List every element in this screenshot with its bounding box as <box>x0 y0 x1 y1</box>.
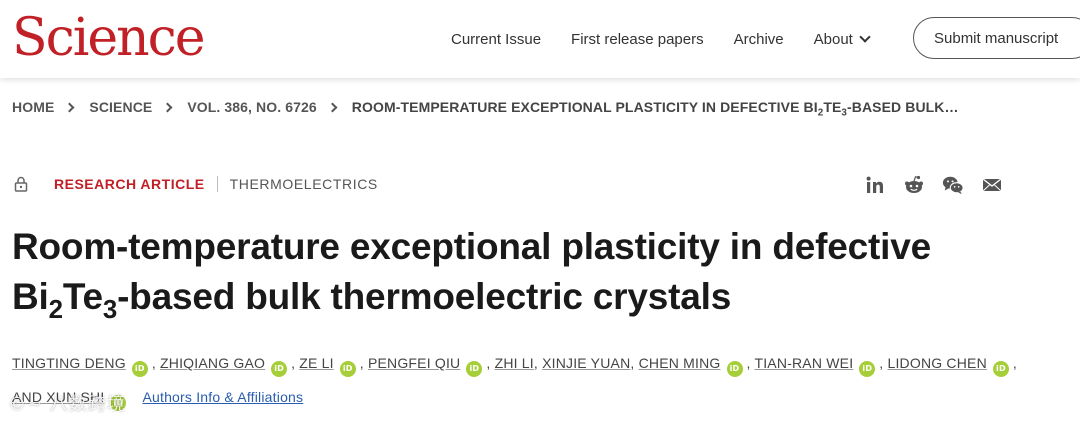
title-subscript: 2 <box>48 296 63 325</box>
breadcrumb-science[interactable]: SCIENCE <box>89 99 152 115</box>
orcid-icon[interactable]: iD <box>466 361 483 377</box>
author-name[interactable]: CHEN MING <box>639 355 721 371</box>
author-name[interactable]: ZHI LI <box>495 355 534 371</box>
article-subject[interactable]: THERMOELECTRICS <box>230 176 378 192</box>
breadcrumb-home[interactable]: HOME <box>12 99 54 115</box>
author-name[interactable]: XINJIE YUAN <box>542 355 630 371</box>
main-nav: Current Issue First release papers Archi… <box>451 0 899 78</box>
orcid-icon[interactable]: iD <box>859 361 876 377</box>
share-bar <box>864 174 1020 196</box>
author-name[interactable]: ZHIQIANG GAO <box>160 355 265 371</box>
nav-archive[interactable]: Archive <box>734 31 784 48</box>
orcid-icon[interactable]: iD <box>992 361 1009 377</box>
article-meta: RESEARCH ARTICLE THERMOELECTRICS <box>14 176 378 192</box>
site-header: Science Current Issue First release pape… <box>0 0 1080 78</box>
science-logo[interactable]: Science <box>12 8 206 68</box>
linkedin-icon[interactable] <box>864 174 886 196</box>
meta-divider <box>216 176 218 192</box>
author-name[interactable]: LIDONG CHEN <box>887 355 986 371</box>
breadcrumb: HOME SCIENCE VOL. 386, NO. 6726 ROOM-TEM… <box>12 99 959 118</box>
nav-about[interactable]: About <box>813 30 871 48</box>
author-list: TINGTING DENG iD, ZHIQIANG GAO iD, ZE LI iD… <box>12 346 1072 414</box>
breadcrumb-current-text: ROOM-TEMPERATURE EXCEPTIONAL PLASTICITY … <box>351 99 818 115</box>
chevron-right-icon <box>162 102 173 112</box>
article-type: RESEARCH ARTICLE <box>54 176 205 192</box>
authors-info-affiliations-link[interactable]: Authors Info & Affiliations <box>142 389 303 405</box>
title-text: Te <box>62 276 103 317</box>
author-name[interactable]: TINGTING DENG <box>12 355 126 371</box>
orcid-icon[interactable]: iD <box>726 361 743 377</box>
title-text: -based bulk thermoelectric crystals <box>117 276 732 317</box>
email-icon[interactable] <box>981 174 1003 196</box>
breadcrumb-current: ROOM-TEMPERATURE EXCEPTIONAL PLASTICITY … <box>351 99 959 118</box>
author-name[interactable]: ZE LI <box>299 355 333 371</box>
title-line-2: Bi2Te3-based bulk thermoelectric crystal… <box>12 272 1012 325</box>
title-line-1: Room-temperature exceptional plasticity … <box>12 226 931 267</box>
watermark: ©~ 八数跨境 <box>8 394 126 415</box>
title-subscript: 3 <box>102 296 118 325</box>
orcid-icon[interactable]: iD <box>339 361 356 377</box>
breadcrumb-current-text: -BASED BULK… <box>846 99 959 115</box>
chevron-down-icon <box>859 31 871 43</box>
submit-manuscript-button[interactable]: Submit manuscript <box>913 17 1080 59</box>
nav-about-label: About <box>813 30 853 48</box>
lock-icon <box>14 176 28 192</box>
chevron-right-icon <box>64 102 75 112</box>
chevron-right-icon <box>327 102 338 112</box>
breadcrumb-volume[interactable]: VOL. 386, NO. 6726 <box>187 99 316 115</box>
author-name[interactable]: PENGFEI QIU <box>368 355 460 371</box>
breadcrumb-current-text: TE <box>823 99 842 115</box>
orcid-icon[interactable]: iD <box>131 361 148 377</box>
nav-first-release[interactable]: First release papers <box>571 31 704 48</box>
article-title: Room-temperature exceptional plasticity … <box>12 222 1012 325</box>
wechat-icon[interactable] <box>942 174 964 196</box>
title-text: Bi <box>12 276 49 317</box>
reddit-icon[interactable] <box>903 174 925 196</box>
nav-current-issue[interactable]: Current Issue <box>451 31 541 48</box>
author-name[interactable]: TIAN-RAN WEI <box>754 355 853 371</box>
orcid-icon[interactable]: iD <box>271 361 288 377</box>
